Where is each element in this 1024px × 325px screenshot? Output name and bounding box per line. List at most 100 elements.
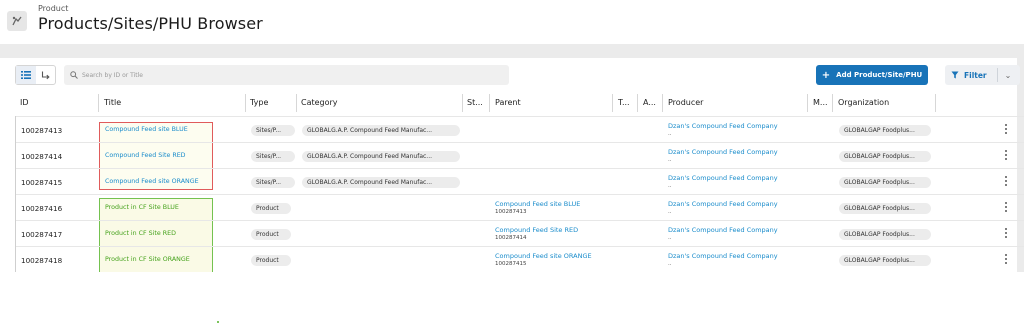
row-title-link[interactable]: Product in CF Site RED xyxy=(105,230,176,237)
search-input[interactable] xyxy=(82,71,482,79)
filter-divider xyxy=(996,68,998,82)
producer-link[interactable]: Dzan's Compound Feed Company xyxy=(668,252,778,260)
empty-area xyxy=(0,272,1024,325)
producer-subtext: .. xyxy=(668,157,672,163)
column-divider[interactable] xyxy=(296,94,297,112)
parent-id: 100287415 xyxy=(495,261,527,267)
row-id: 100287415 xyxy=(21,178,63,187)
parent-id: 100287414 xyxy=(495,235,527,241)
column-header-organization[interactable]: Organization xyxy=(838,98,889,107)
column-header-id[interactable]: ID xyxy=(20,98,29,107)
row-menu-icon[interactable] xyxy=(1003,176,1009,188)
producer-link[interactable]: Dzan's Compound Feed Company xyxy=(668,122,778,130)
table-row[interactable]: 100287413 Compound Feed site BLUE Sites/… xyxy=(16,116,1024,142)
producer-link[interactable]: Dzan's Compound Feed Company xyxy=(668,226,778,234)
table-header: ID Title Type Category St... Parent T...… xyxy=(0,92,1017,116)
results-table: 100287413 Compound Feed site BLUE Sites/… xyxy=(15,116,1024,272)
filter-button[interactable]: Filter ⌄ xyxy=(945,65,1020,85)
column-divider[interactable] xyxy=(98,94,99,112)
row-menu-icon[interactable] xyxy=(1003,254,1009,266)
type-badge: Product xyxy=(251,255,291,266)
type-badge: Sites/P... xyxy=(251,177,295,188)
column-divider[interactable] xyxy=(637,94,638,112)
page-title: Products/Sites/PHU Browser xyxy=(38,14,263,33)
producer-subtext: .. xyxy=(668,261,672,267)
breadcrumb[interactable]: Product xyxy=(38,4,68,13)
column-header-producer[interactable]: Producer xyxy=(668,98,703,107)
organization-badge: GLOBALGAP Foodplus... xyxy=(839,229,931,240)
column-header-type[interactable]: Type xyxy=(250,98,268,107)
column-divider[interactable] xyxy=(662,94,663,112)
producer-link[interactable]: Dzan's Compound Feed Company xyxy=(668,148,778,156)
row-title-link[interactable]: Product in CF Site BLUE xyxy=(105,204,179,211)
producer-subtext: .. xyxy=(668,183,672,189)
column-divider[interactable] xyxy=(832,94,833,112)
chevron-down-icon[interactable]: ⌄ xyxy=(1005,71,1012,80)
organization-badge: GLOBALGAP Foodplus... xyxy=(839,125,931,136)
column-divider[interactable] xyxy=(489,94,490,112)
row-title-link[interactable]: Compound Feed Site RED xyxy=(105,152,186,159)
search-field[interactable] xyxy=(64,65,509,85)
parent-link[interactable]: Compound Feed Site RED xyxy=(495,226,578,234)
row-menu-icon[interactable] xyxy=(1003,150,1009,162)
row-id: 100287416 xyxy=(21,204,63,213)
list-view-button[interactable] xyxy=(16,66,36,84)
parent-id: 100287413 xyxy=(495,209,527,215)
column-divider[interactable] xyxy=(462,94,463,112)
row-title-link[interactable]: Compound Feed site ORANGE xyxy=(105,178,199,185)
add-product-site-phu-button[interactable]: + Add Product/Site/PHU xyxy=(816,65,928,85)
table-row[interactable]: 100287417 Product in CF Site RED Product… xyxy=(16,220,1024,246)
annotation-dot xyxy=(217,321,219,323)
organization-badge: GLOBALGAP Foodplus... xyxy=(839,177,931,188)
parent-link[interactable]: Compound Feed site BLUE xyxy=(495,200,580,208)
column-header-t[interactable]: T... xyxy=(618,98,630,107)
producer-subtext: .. xyxy=(668,235,672,241)
row-menu-icon[interactable] xyxy=(1003,228,1009,240)
category-badge: GLOBALG.A.P. Compound Feed Manufac... xyxy=(302,177,460,188)
search-icon xyxy=(70,71,78,79)
tree-view-button[interactable] xyxy=(36,66,56,84)
column-header-parent[interactable]: Parent xyxy=(495,98,521,107)
column-divider[interactable] xyxy=(245,94,246,112)
organization-badge: GLOBALGAP Foodplus... xyxy=(839,151,931,162)
filter-label: Filter xyxy=(964,70,987,80)
type-badge: Product xyxy=(251,229,291,240)
organization-badge: GLOBALGAP Foodplus... xyxy=(839,255,931,266)
row-menu-icon[interactable] xyxy=(1003,124,1009,136)
producer-subtext: .. xyxy=(668,209,672,215)
row-id: 100287414 xyxy=(21,152,63,161)
column-header-title[interactable]: Title xyxy=(104,98,121,107)
table-row[interactable]: 100287418 Product in CF Site ORANGE Prod… xyxy=(16,246,1024,272)
row-id: 100287413 xyxy=(21,126,63,135)
column-header-category[interactable]: Category xyxy=(301,98,338,107)
table-row[interactable]: 100287416 Product in CF Site BLUE Produc… xyxy=(16,194,1024,220)
producer-link[interactable]: Dzan's Compound Feed Company xyxy=(668,174,778,182)
category-badge: GLOBALG.A.P. Compound Feed Manufac... xyxy=(302,125,460,136)
column-header-a[interactable]: A... xyxy=(643,98,656,107)
column-header-status[interactable]: St... xyxy=(467,98,483,107)
product-app-icon xyxy=(7,11,27,31)
filter-icon xyxy=(951,71,959,79)
column-divider[interactable] xyxy=(935,94,936,112)
separator-band xyxy=(0,44,1024,58)
plus-icon: + xyxy=(821,69,831,81)
column-divider[interactable] xyxy=(807,94,808,112)
row-title-link[interactable]: Product in CF Site ORANGE xyxy=(105,256,190,263)
row-menu-icon[interactable] xyxy=(1003,202,1009,214)
list-icon xyxy=(20,71,31,79)
column-header-m[interactable]: M... xyxy=(813,98,828,107)
type-badge: Product xyxy=(251,203,291,214)
table-row[interactable]: 100287414 Compound Feed Site RED Sites/P… xyxy=(16,142,1024,168)
row-title-link[interactable]: Compound Feed site BLUE xyxy=(105,126,188,133)
type-badge: Sites/P... xyxy=(251,125,295,136)
parent-link[interactable]: Compound Feed site ORANGE xyxy=(495,252,592,260)
add-button-label: Add Product/Site/PHU xyxy=(836,71,923,79)
page-header: Product Products/Sites/PHU Browser xyxy=(0,0,1024,44)
column-divider[interactable] xyxy=(612,94,613,112)
view-toggle xyxy=(15,65,56,85)
category-badge: GLOBALG.A.P. Compound Feed Manufac... xyxy=(302,151,460,162)
subdirectory-arrow-icon xyxy=(41,71,50,79)
producer-link[interactable]: Dzan's Compound Feed Company xyxy=(668,200,778,208)
table-row[interactable]: 100287415 Compound Feed site ORANGE Site… xyxy=(16,168,1024,194)
type-badge: Sites/P... xyxy=(251,151,295,162)
